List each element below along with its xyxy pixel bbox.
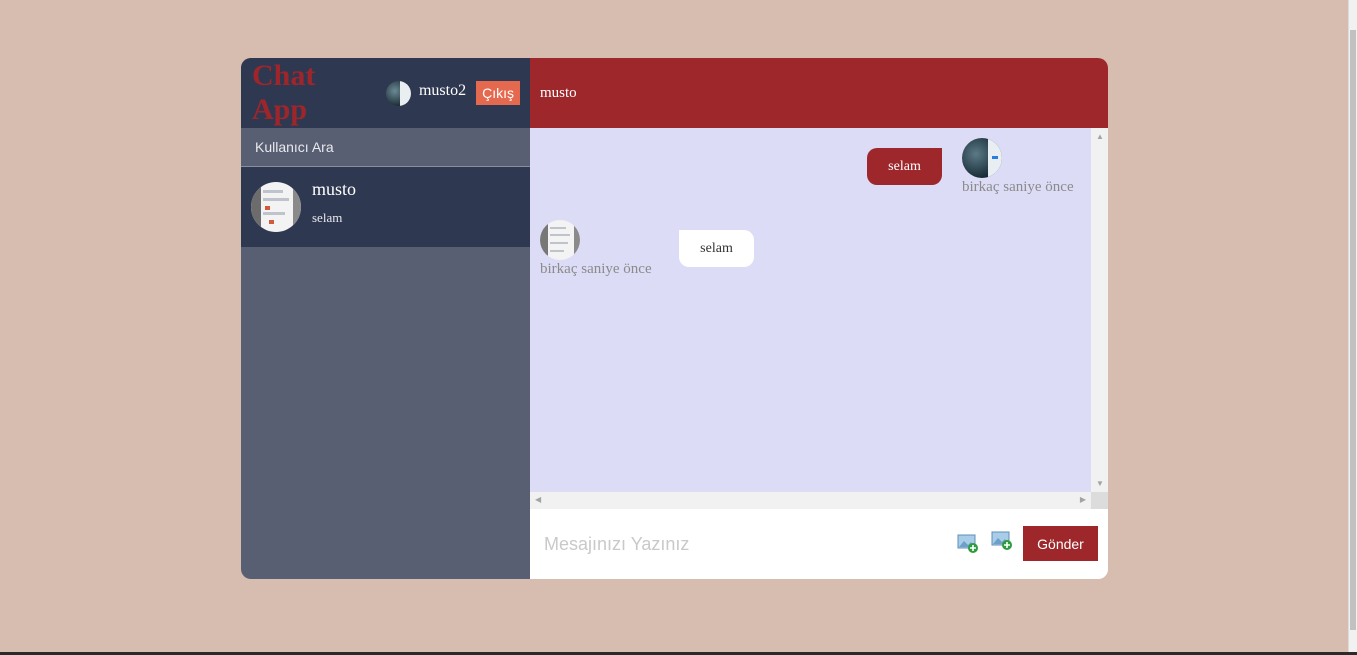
page-scrollbar[interactable]: [1348, 0, 1357, 655]
messages-panel[interactable]: birkaç saniye önce selam birkaç saniye ö…: [530, 128, 1091, 492]
current-user-avatar: [386, 80, 411, 106]
user-search: [241, 128, 530, 167]
chat-header-name: musto: [540, 84, 577, 101]
page-scrollbar-thumb[interactable]: [1350, 30, 1356, 630]
message-time: birkaç saniye önce: [540, 261, 652, 277]
message-time: birkaç saniye önce: [962, 179, 1074, 195]
message-avatar: [962, 138, 1002, 178]
sidebar: Chat App musto2 Çıkış musto selam: [241, 58, 530, 579]
chat-user-name: musto: [312, 178, 357, 199]
message-bubble-other: selam: [679, 230, 754, 267]
message-input[interactable]: [542, 532, 946, 556]
chat-info: musto selam: [312, 179, 356, 226]
navbar: Chat App musto2 Çıkış: [241, 58, 530, 128]
attach-image-icon[interactable]: [957, 533, 979, 553]
app-logo: Chat App: [252, 59, 316, 126]
scroll-up-arrow-icon[interactable]: ▲: [1096, 132, 1104, 141]
chat-user-avatar: [251, 182, 301, 232]
messages-horizontal-scrollbar[interactable]: ◀ ▶: [530, 492, 1091, 509]
chat-list-item[interactable]: musto selam: [241, 167, 530, 247]
chat-area: musto birkaç saniye önce selam birkaç sa…: [530, 58, 1108, 579]
scrollbar-corner: [1091, 492, 1108, 509]
send-button[interactable]: Gönder: [1023, 526, 1098, 561]
chat-header: musto: [530, 58, 1108, 128]
scroll-down-arrow-icon[interactable]: ▼: [1096, 479, 1104, 488]
scroll-left-arrow-icon[interactable]: ◀: [535, 495, 541, 504]
scroll-right-arrow-icon[interactable]: ▶: [1080, 495, 1086, 504]
user-search-input[interactable]: [253, 138, 517, 156]
current-username: musto2: [418, 82, 467, 99]
messages-vertical-scrollbar[interactable]: ▲ ▼: [1091, 128, 1108, 492]
chat-last-message: selam: [312, 209, 343, 225]
message-bubble-owner: selam: [867, 148, 942, 185]
message-input-bar: Gönder: [530, 509, 1108, 579]
logout-button[interactable]: Çıkış: [476, 81, 520, 105]
message-avatar: [540, 220, 580, 260]
attach-file-icon[interactable]: [991, 530, 1013, 550]
chat-app-container: Chat App musto2 Çıkış musto selam: [241, 58, 1108, 579]
